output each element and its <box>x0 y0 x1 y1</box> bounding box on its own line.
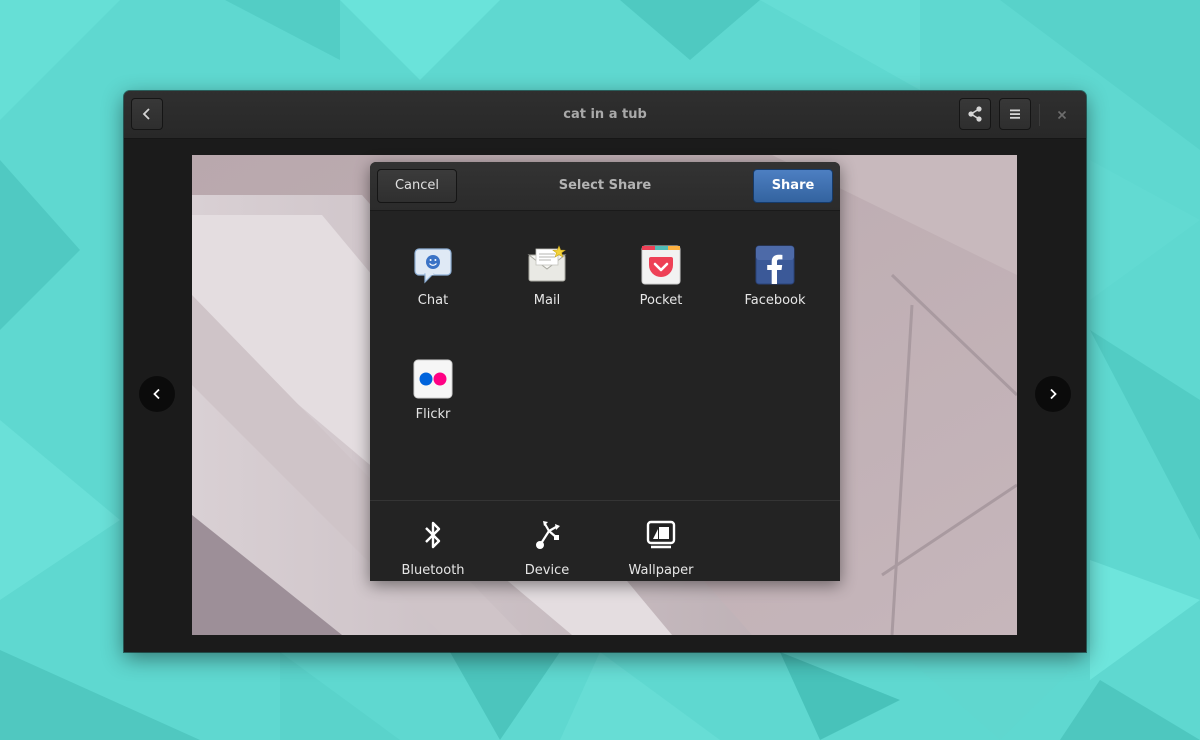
facebook-icon <box>755 245 795 285</box>
device-icon <box>536 521 560 549</box>
dialog-header: Cancel Select Share Share <box>370 162 840 211</box>
cancel-button[interactable]: Cancel <box>377 169 457 203</box>
pocket-icon <box>641 245 681 285</box>
back-arrow-icon <box>142 108 150 120</box>
flickr-icon <box>413 359 453 399</box>
share-option-chat[interactable]: Chat <box>378 237 488 333</box>
select-share-dialog: Cancel Select Share Share Chat Mail Pock… <box>370 162 840 581</box>
options-separator <box>370 500 840 501</box>
share-option-label: Facebook <box>744 293 806 308</box>
chat-icon <box>414 248 452 284</box>
share-option-mail[interactable]: Mail <box>492 237 602 333</box>
share-option-device[interactable]: Device <box>492 507 602 581</box>
mail-icon <box>527 245 567 282</box>
menu-button[interactable] <box>999 98 1031 130</box>
window-title: cat in a tub <box>563 107 647 122</box>
share-option-label: Device <box>524 563 570 578</box>
share-option-facebook[interactable]: Facebook <box>720 237 830 333</box>
hamburger-menu-icon <box>1010 109 1020 119</box>
chevron-right-icon <box>1050 388 1057 400</box>
previous-image-button[interactable] <box>139 376 175 412</box>
share-option-label: Pocket <box>639 293 683 308</box>
header-bar: cat in a tub <box>124 91 1086 139</box>
image-viewer-window: cat in a tub Cancel Select Share Share C… <box>124 91 1086 652</box>
header-separator <box>1039 104 1040 126</box>
share-option-label: Wallpaper <box>628 563 694 578</box>
share-options-grid: Chat Mail Pocket Facebook Flickr Bluetoo… <box>370 211 840 581</box>
share-option-label: Flickr <box>415 407 451 422</box>
share-button[interactable]: Share <box>753 169 833 203</box>
share-icon <box>968 106 982 122</box>
share-option-wallpaper[interactable]: Wallpaper <box>606 507 716 581</box>
back-button[interactable] <box>131 98 163 130</box>
share-toolbar-button[interactable] <box>959 98 991 130</box>
share-option-label: Chat <box>417 293 449 308</box>
share-option-label: Mail <box>533 293 561 308</box>
close-icon <box>1057 110 1067 120</box>
close-window-button[interactable] <box>1051 104 1073 126</box>
share-option-pocket[interactable]: Pocket <box>606 237 716 333</box>
share-option-bluetooth[interactable]: Bluetooth <box>378 507 488 581</box>
share-option-label: Bluetooth <box>401 563 465 578</box>
chevron-left-icon <box>153 388 160 400</box>
share-option-flickr[interactable]: Flickr <box>378 351 488 447</box>
wallpaper-icon <box>646 520 676 549</box>
next-image-button[interactable] <box>1035 376 1071 412</box>
bluetooth-icon <box>425 521 441 549</box>
